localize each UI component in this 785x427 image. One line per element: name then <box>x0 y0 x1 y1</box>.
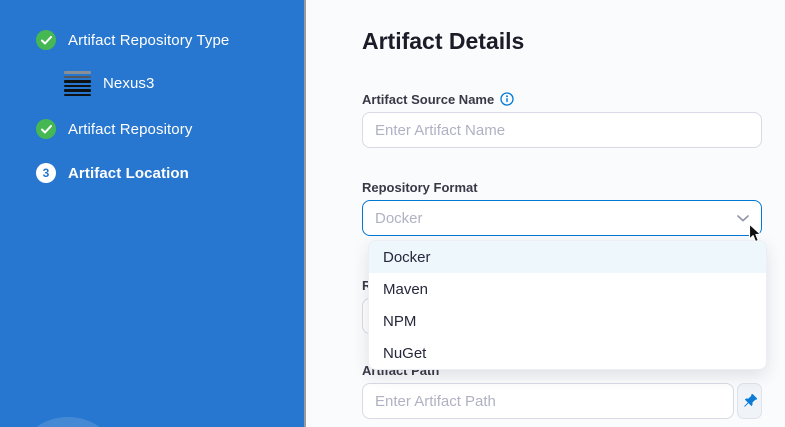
substep-label: Nexus3 <box>103 75 154 92</box>
repository-format-dropdown-menu: Docker Maven NPM NuGet <box>368 240 767 370</box>
dropdown-option-npm[interactable]: NPM <box>369 305 766 337</box>
wizard-stepper-sidebar: Artifact Repository Type Nexus3 Artifact… <box>0 0 306 427</box>
artifact-source-name-label: Artifact Source Name <box>362 90 762 108</box>
step-artifact-repository[interactable]: Artifact Repository <box>36 119 304 139</box>
decorative-circle <box>13 417 123 427</box>
step-number-badge: 3 <box>36 163 56 183</box>
artifact-source-name-field: Artifact Source Name <box>362 90 762 148</box>
nexus3-icon <box>64 71 91 96</box>
step-label: Artifact Repository Type <box>68 32 229 49</box>
artifact-path-input-group <box>362 383 762 419</box>
repository-format-field: Repository Format Docker <box>362 178 762 236</box>
repository-format-value: Docker <box>375 210 423 227</box>
step-label: Artifact Location <box>68 165 189 182</box>
chevron-down-icon <box>737 215 749 222</box>
repository-format-label: Repository Format <box>362 178 762 196</box>
step-complete-check-icon <box>36 30 56 50</box>
artifact-path-input[interactable] <box>362 383 734 419</box>
repository-format-select[interactable]: Docker <box>362 200 762 236</box>
dropdown-option-docker[interactable]: Docker <box>369 241 766 273</box>
pin-button[interactable] <box>737 383 762 419</box>
step-label: Artifact Repository <box>68 121 192 138</box>
step-complete-check-icon <box>36 119 56 139</box>
step-artifact-repository-type[interactable]: Artifact Repository Type <box>36 30 304 50</box>
dropdown-option-maven[interactable]: Maven <box>369 273 766 305</box>
step-artifact-location[interactable]: 3 Artifact Location <box>36 163 304 183</box>
wizard-dialog: Artifact Repository Type Nexus3 Artifact… <box>0 0 785 427</box>
artifact-source-name-input[interactable] <box>362 112 762 148</box>
dropdown-option-nuget[interactable]: NuGet <box>369 337 766 369</box>
page-title: Artifact Details <box>362 26 785 56</box>
artifact-details-panel: Artifact Details Artifact Source Name Re… <box>308 0 785 427</box>
substep-nexus3[interactable]: Nexus3 <box>64 71 304 96</box>
info-icon[interactable] <box>500 92 514 106</box>
pin-icon <box>742 394 757 409</box>
